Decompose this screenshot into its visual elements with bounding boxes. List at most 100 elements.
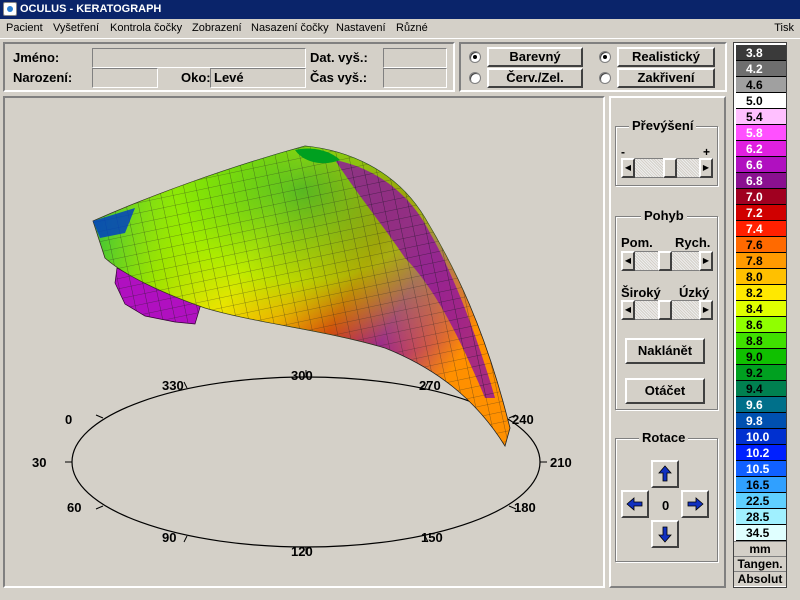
render-mode-radio-curvature[interactable] (599, 72, 611, 84)
scale-cell[interactable]: 28.5 (736, 509, 786, 525)
elevation-slider-right-arrow[interactable]: ▶ (699, 158, 713, 178)
menu-lens-check[interactable]: Kontrola čočky (110, 22, 182, 34)
rotate-up-arrow-icon (658, 465, 672, 482)
scale-cell[interactable]: 7.0 (736, 189, 786, 205)
axis-label-120: 120 (291, 544, 313, 559)
scale-cell[interactable]: 16.5 (736, 477, 786, 493)
rotate-button[interactable]: Otáčet (625, 378, 705, 404)
scale-cell[interactable]: 6.8 (736, 173, 786, 189)
scale-cell[interactable]: 6.6 (736, 157, 786, 173)
scale-cell[interactable]: 8.4 (736, 301, 786, 317)
width-slider-thumb[interactable] (657, 300, 672, 320)
patient-info-panel: Jméno: Dat. vyš.: Narození: Oko: Levé Ča… (3, 42, 455, 92)
scale-cell[interactable]: 22.5 (736, 493, 786, 509)
speed-slider-left-arrow[interactable]: ◀ (621, 251, 635, 271)
elevation-slider-left-arrow[interactable]: ◀ (621, 158, 635, 178)
scale-cell[interactable]: 6.2 (736, 141, 786, 157)
render-mode-radio-realistic[interactable] (599, 51, 611, 63)
rotation-value: 0 (662, 498, 670, 513)
elevation-plus-label: + (703, 145, 711, 159)
width-wide-label: Široký (621, 285, 661, 300)
scale-cell[interactable]: 10.0 (736, 429, 786, 445)
menu-patient[interactable]: Pacient (6, 22, 43, 34)
birth-field[interactable] (92, 68, 158, 88)
scale-cell[interactable]: 4.6 (736, 77, 786, 93)
red-green-mode-button[interactable]: Červ./Zel. (487, 68, 583, 88)
rotate-up-button[interactable] (651, 460, 679, 488)
realistic-mode-button[interactable]: Realistický (617, 47, 715, 67)
motion-title: Pohyb (641, 208, 687, 223)
axis-label-60: 60 (67, 500, 81, 515)
scale-cell[interactable]: 7.4 (736, 221, 786, 237)
tilt-button[interactable]: Naklánět (625, 338, 705, 364)
scale-cell[interactable]: 9.2 (736, 365, 786, 381)
topography-3d-viewport[interactable]: 0 30 60 90 120 150 180 210 240 270 300 3… (3, 96, 605, 588)
scale-cell[interactable]: 7.8 (736, 253, 786, 269)
axis-label-180: 180 (514, 500, 536, 515)
scale-cell[interactable]: 8.0 (736, 269, 786, 285)
menu-settings[interactable]: Nastavení (336, 22, 386, 34)
axis-label-0: 0 (65, 412, 72, 427)
width-narrow-label: Úzký (679, 285, 710, 300)
window-title: OCULUS - KERATOGRAPH (20, 3, 162, 15)
axis-label-330: 330 (162, 378, 184, 393)
speed-slider-thumb[interactable] (657, 251, 672, 271)
display-mode-panel: Barevný Červ./Zel. Realistický Zakřivení (459, 42, 727, 92)
name-field[interactable] (92, 48, 306, 68)
scale-cell[interactable]: 4.2 (736, 61, 786, 77)
curvature-mode-button[interactable]: Zakřivení (617, 68, 715, 88)
exam-time-field[interactable] (383, 68, 447, 88)
scale-cell[interactable]: 5.0 (736, 93, 786, 109)
rotate-left-button[interactable] (621, 490, 649, 518)
menu-misc[interactable]: Různé (396, 22, 428, 34)
rotate-right-arrow-icon (687, 497, 704, 511)
scale-cell[interactable]: 9.6 (736, 397, 786, 413)
exam-date-field[interactable] (383, 48, 447, 68)
name-label: Jméno: (13, 50, 60, 65)
scale-cell[interactable]: 3.8 (736, 45, 786, 61)
scale-cell[interactable]: 8.2 (736, 285, 786, 301)
scale-cell[interactable]: 10.5 (736, 461, 786, 477)
elevation-minus-label: - (621, 145, 625, 159)
speed-slider[interactable]: ◀ ▶ (621, 251, 713, 271)
exam-date-label: Dat. vyš.: (310, 50, 368, 65)
eye-label: Oko: (181, 70, 211, 85)
scale-cell[interactable]: 7.6 (736, 237, 786, 253)
color-mode-radio-color[interactable] (469, 51, 481, 63)
scale-cell[interactable]: 9.0 (736, 349, 786, 365)
menu-bar: Pacient Vyšetření Kontrola čočky Zobraze… (0, 19, 800, 39)
axis-label-150: 150 (421, 530, 443, 545)
scale-mode-absolute[interactable]: Absolut (734, 571, 786, 586)
scale-cell[interactable]: 8.8 (736, 333, 786, 349)
rotate-down-button[interactable] (651, 520, 679, 548)
width-slider[interactable]: ◀ ▶ (621, 300, 713, 320)
scale-cell[interactable]: 34.5 (736, 525, 786, 541)
elevation-slider[interactable]: ◀ ▶ (621, 158, 713, 178)
color-mode-button[interactable]: Barevný (487, 47, 583, 67)
rotate-left-arrow-icon (626, 497, 643, 511)
rotate-right-button[interactable] (681, 490, 709, 518)
rotate-down-arrow-icon (658, 526, 672, 543)
speed-slider-right-arrow[interactable]: ▶ (699, 251, 713, 271)
scale-cell[interactable]: 9.4 (736, 381, 786, 397)
scale-cell[interactable]: 5.8 (736, 125, 786, 141)
elevation-slider-thumb[interactable] (662, 158, 677, 178)
width-slider-right-arrow[interactable]: ▶ (699, 300, 713, 320)
eye-field[interactable]: Levé (210, 68, 306, 88)
elevation-title: Převýšení (629, 118, 697, 133)
menu-examination[interactable]: Vyšetření (53, 22, 99, 34)
speed-slow-label: Pom. (621, 235, 653, 250)
menu-display[interactable]: Zobrazení (192, 22, 242, 34)
width-slider-left-arrow[interactable]: ◀ (621, 300, 635, 320)
scale-cell[interactable]: 10.2 (736, 445, 786, 461)
scale-cell[interactable]: 7.2 (736, 205, 786, 221)
scale-mode-tangential[interactable]: Tangen. (734, 556, 786, 571)
color-mode-radio-redgreen[interactable] (469, 72, 481, 84)
menu-print[interactable]: Tisk (774, 22, 794, 34)
controls-panel: Převýšení - + ◀ ▶ Pohyb Pom. Rych. ◀ ▶ Š… (609, 96, 726, 588)
corneal-surface-plot[interactable]: 0 30 60 90 120 150 180 210 240 270 300 3… (5, 98, 603, 586)
scale-cell[interactable]: 5.4 (736, 109, 786, 125)
scale-cell[interactable]: 9.8 (736, 413, 786, 429)
menu-lens-fitting[interactable]: Nasazení čočky (251, 22, 329, 34)
scale-cell[interactable]: 8.6 (736, 317, 786, 333)
